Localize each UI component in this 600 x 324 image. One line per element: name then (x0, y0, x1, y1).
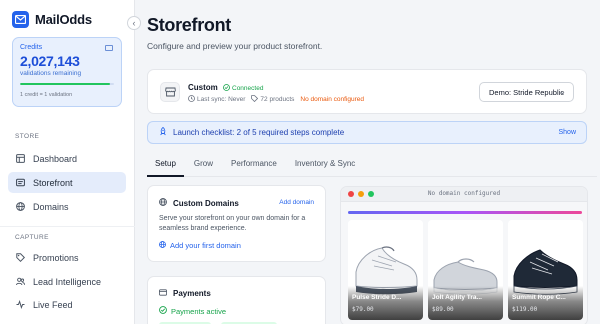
check-circle-icon (223, 84, 230, 93)
product-count: 72 products (251, 95, 294, 104)
sidebar: MailOdds Credits 2,027,143 validations r… (0, 0, 135, 324)
product-card[interactable]: Summit Rope C... $119.00 (508, 220, 583, 320)
payments-title-label: Payments (173, 289, 211, 298)
sidebar-item-dashboard[interactable]: Dashboard (8, 148, 126, 169)
page-title: Storefront (147, 15, 231, 35)
checklist-text: Launch checklist: 2 of 5 required steps … (173, 128, 345, 137)
add-first-domain-label: Add your first domain (170, 241, 241, 250)
tab-inventory-sync[interactable]: Inventory & Sync (287, 153, 363, 177)
brand-name: MailOdds (35, 12, 92, 27)
clock-icon (188, 95, 195, 104)
brand[interactable]: MailOdds (12, 11, 92, 28)
product-price: $119.00 (512, 306, 538, 313)
chevron-down-icon: ⌄ (559, 87, 566, 96)
product-price: $89.00 (432, 306, 454, 313)
payments-status: Payments active (159, 306, 226, 316)
store-meta: Last sync: Never 72 products No domain c… (188, 95, 364, 104)
last-sync-label: Last sync: Never (197, 96, 246, 103)
tag-icon (16, 253, 25, 262)
custom-domains-card: Custom Domains Add domain Serve your sto… (147, 185, 326, 262)
tab-bar: Setup Grow Performance Inventory & Sync (147, 153, 597, 177)
payments-card: Payments Payments active (147, 276, 326, 324)
sidebar-item-label: Promotions (33, 252, 79, 263)
product-card[interactable]: Jolt Agility Tra... $89.00 (428, 220, 503, 320)
store-select[interactable]: Demo: Stride Republic ⌄ (479, 82, 574, 102)
custom-domains-title-label: Custom Domains (173, 198, 239, 208)
card-icon (105, 45, 113, 51)
globe-icon (16, 202, 25, 211)
store-icon (160, 82, 180, 102)
storefront-preview: No domain configured Pulse Stride D... $… (340, 186, 588, 324)
credits-label: Credits (20, 44, 43, 51)
sidebar-item-lead-intelligence[interactable]: Lead Intelligence (8, 271, 126, 292)
credits-progress-fill (20, 83, 111, 85)
credits-card: Credits 2,027,143 validations remaining … (12, 37, 122, 107)
main-content: Storefront Configure and preview your pr… (135, 0, 600, 324)
product-name: Summit Rope C... (512, 294, 566, 301)
sidebar-item-label: Dashboard (33, 153, 78, 164)
store-name: Custom (188, 83, 218, 92)
nav-section-store: STORE (15, 133, 40, 140)
credits-footnote: 1 credit = 1 validation (20, 92, 73, 98)
sidebar-item-domains[interactable]: Domains (8, 196, 126, 217)
sidebar-item-label: Domains (33, 201, 69, 212)
product-card[interactable]: Pulse Stride D... $79.00 (348, 220, 423, 320)
product-overlay (348, 286, 423, 320)
chevron-left-icon: ‹ (132, 17, 136, 28)
sidebar-item-label: Storefront (33, 177, 73, 188)
domain-warning: No domain configured (300, 96, 364, 103)
last-sync: Last sync: Never (188, 95, 245, 104)
custom-domains-description: Serve your storefront on your own domain… (159, 215, 306, 232)
globe-icon (159, 241, 166, 250)
sidebar-item-label: Lead Intelligence (33, 276, 102, 287)
activity-icon (16, 300, 25, 309)
sidebar-item-live-feed[interactable]: Live Feed (8, 294, 126, 315)
tag-icon (251, 95, 259, 104)
connection-status-label: Connected (232, 85, 264, 92)
product-count-label: 72 products (260, 96, 295, 103)
globe-icon (159, 198, 167, 208)
product-name: Pulse Stride D... (352, 294, 402, 301)
product-name: Jolt Agility Tra... (432, 294, 482, 301)
tab-setup[interactable]: Setup (147, 153, 184, 177)
check-circle-icon (159, 306, 167, 316)
dashboard-icon (16, 154, 25, 163)
tab-performance[interactable]: Performance (223, 153, 285, 177)
sidebar-divider (0, 226, 135, 227)
nav-section-capture: CAPTURE (15, 234, 49, 241)
product-image (428, 220, 503, 320)
checklist-show-button[interactable]: Show (558, 129, 576, 136)
payments-status-label: Payments active (171, 306, 227, 316)
page-subtitle: Configure and preview your product store… (147, 41, 323, 51)
product-image (348, 220, 423, 320)
credits-subtitle: validations remaining (20, 70, 82, 77)
credit-card-icon (159, 289, 167, 298)
add-first-domain-button[interactable]: Add your first domain (159, 241, 241, 250)
users-icon (16, 277, 25, 286)
sidebar-item-label: Live Feed (33, 299, 73, 310)
payments-title: Payments (159, 289, 211, 298)
product-overlay (508, 286, 583, 320)
collapse-sidebar-button[interactable]: ‹ (127, 16, 141, 30)
connection-status: Connected (223, 84, 263, 93)
launch-checklist-banner: Launch checklist: 2 of 5 required steps … (147, 121, 587, 144)
custom-domains-title: Custom Domains (159, 198, 239, 208)
tab-grow[interactable]: Grow (186, 153, 221, 177)
mail-logo-icon (12, 11, 29, 28)
credits-progress-bar (20, 83, 114, 85)
storefront-icon (16, 178, 25, 187)
product-price: $79.00 (352, 306, 374, 313)
credits-value: 2,027,143 (20, 53, 80, 69)
store-connection-card: Custom Connected Last sync: Never 72 pro… (147, 69, 587, 114)
add-domain-button[interactable]: Add domain (279, 199, 314, 206)
rocket-icon (159, 126, 167, 138)
product-image (508, 220, 583, 320)
preview-url: No domain configured (427, 190, 501, 197)
sidebar-item-promotions[interactable]: Promotions (8, 247, 126, 268)
sidebar-item-storefront[interactable]: Storefront (8, 172, 126, 193)
store-select-value: Demo: Stride Republic (489, 87, 565, 97)
product-overlay (428, 286, 503, 320)
preview-accent-bar (348, 211, 582, 214)
preview-window-bar: No domain configured (341, 187, 587, 202)
